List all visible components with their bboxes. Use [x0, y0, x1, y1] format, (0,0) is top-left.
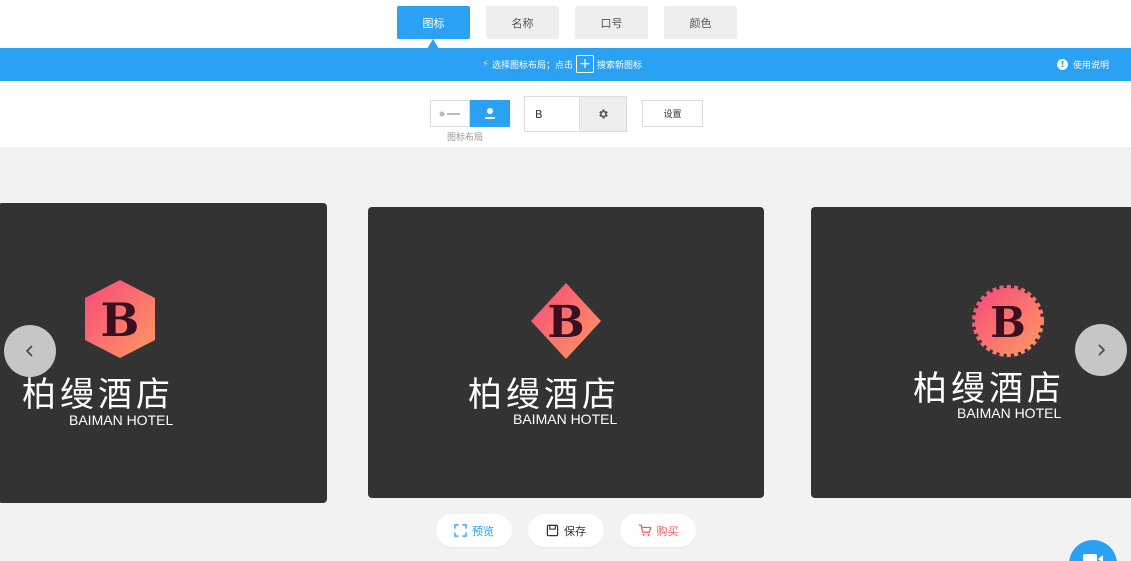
settings-button[interactable]: 设置: [642, 100, 703, 127]
logo-card-2[interactable]: B 柏缦酒店 BAIMAN HOTEL: [368, 207, 764, 498]
brand-name-cn: 柏缦酒店: [22, 375, 174, 415]
brand-name-en: BAIMAN HOTEL: [957, 405, 1062, 421]
save-icon: [546, 524, 559, 537]
diamond-emblem-icon: B: [531, 283, 601, 359]
layout-horizontal-icon: [439, 111, 460, 116]
brand-name-cn: 柏缦酒店: [913, 369, 1065, 409]
scalloped-circle-emblem-icon: B: [972, 285, 1044, 357]
emblem-letter-input[interactable]: [524, 96, 580, 132]
lightning-icon: ⚡: [482, 58, 490, 70]
brand-name-en: BAIMAN HOTEL: [69, 412, 174, 428]
expand-icon: [454, 524, 467, 537]
help-link[interactable]: ! 使用说明: [1057, 58, 1109, 71]
cart-icon: [638, 524, 651, 536]
hexagon-emblem-icon: B: [85, 280, 155, 358]
carousel-next-button[interactable]: [1075, 324, 1127, 376]
tab-name[interactable]: 名称: [486, 6, 559, 39]
chevron-left-icon: [25, 345, 33, 357]
buy-button[interactable]: 购买: [620, 514, 696, 547]
gear-icon: [599, 109, 608, 119]
chat-bubble-button[interactable]: [1069, 540, 1117, 561]
top-bar: 图标 名称 口号 颜色: [0, 0, 1131, 49]
brand-name-cn: 柏缦酒店: [468, 375, 620, 415]
tab-color[interactable]: 颜色: [664, 6, 737, 39]
info-bar: ⚡ 选择图标布局；点击 + 搜索新图标 ! 使用说明: [0, 48, 1131, 81]
add-search-icon-button[interactable]: +: [576, 55, 595, 73]
tab-slogan[interactable]: 口号: [575, 6, 648, 39]
svg-text:B: B: [547, 297, 584, 348]
svg-text:B: B: [990, 298, 1026, 347]
editor-tabs: 图标 名称 口号 颜色: [397, 6, 737, 49]
layout-vertical-button[interactable]: [470, 100, 510, 127]
video-chat-icon: [1083, 554, 1103, 561]
save-button[interactable]: 保存: [528, 514, 604, 547]
layout-vertical-icon: [485, 107, 495, 119]
svg-text:B: B: [101, 293, 140, 347]
tab-icon[interactable]: 图标: [397, 6, 470, 49]
emblem-settings-button[interactable]: [579, 96, 627, 132]
carousel-prev-button[interactable]: [4, 325, 56, 377]
preview-button[interactable]: 预览: [436, 514, 512, 547]
icon-layout-toggle: [430, 100, 510, 127]
brand-name-en: BAIMAN HOTEL: [513, 411, 618, 427]
controls-row: 图标布局 设置: [0, 81, 1131, 147]
layout-horizontal-button[interactable]: [430, 100, 470, 127]
layout-label: 图标布局: [447, 133, 484, 143]
layout-hint: ⚡ 选择图标布局；点击 + 搜索新图标: [482, 55, 643, 73]
chevron-right-icon: [1098, 344, 1106, 356]
info-icon: !: [1057, 59, 1068, 70]
